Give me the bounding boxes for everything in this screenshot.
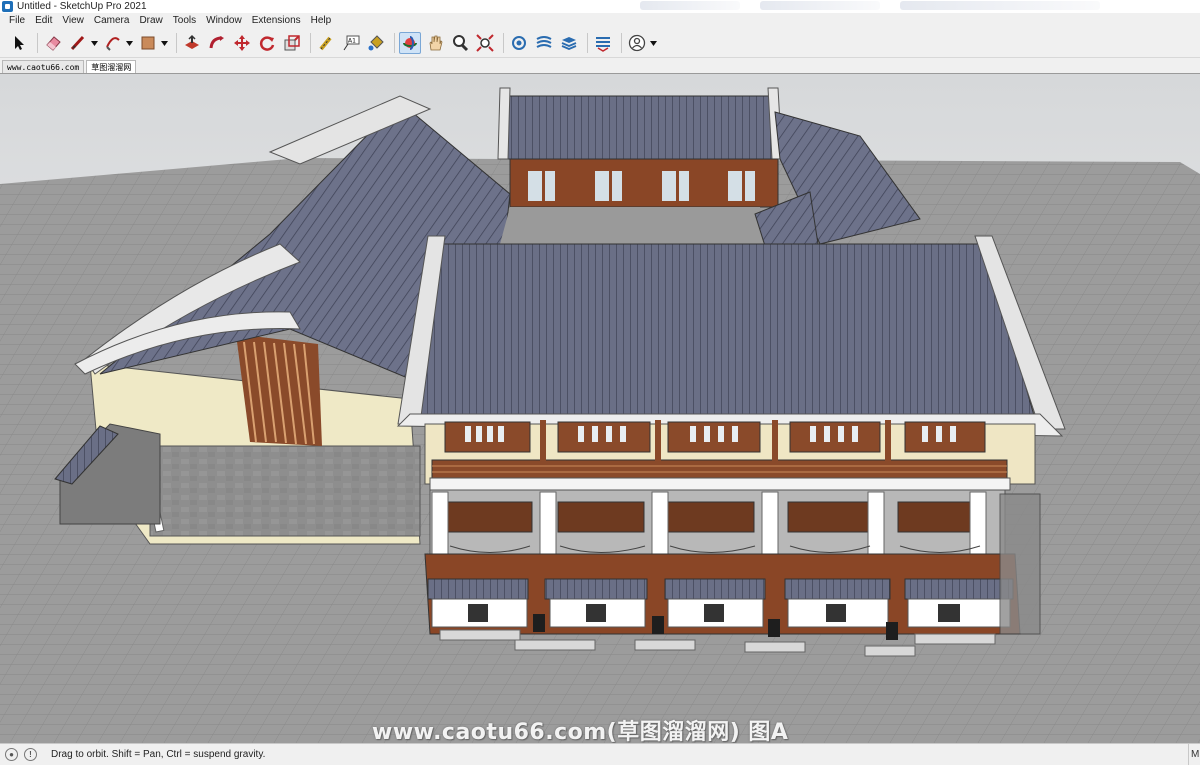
- push-pull-tool-icon: [185, 34, 199, 49]
- geo-location-icon[interactable]: ●: [5, 748, 18, 761]
- main-toolbar: A1: [0, 29, 1200, 58]
- scene-tab[interactable]: www.caotu66.com: [2, 60, 85, 73]
- account-button[interactable]: [626, 32, 648, 54]
- measurements-box[interactable]: M: [1188, 744, 1200, 765]
- chevron-down-icon: [161, 40, 168, 46]
- tape-measure-tool-icon: [319, 36, 332, 51]
- menu-help[interactable]: Help: [306, 13, 337, 29]
- scale-tool-button[interactable]: [281, 32, 303, 54]
- eraser-tool-button[interactable]: [42, 32, 64, 54]
- line-tool-dropdown[interactable]: [90, 32, 99, 54]
- scene-tab[interactable]: 草图溜溜网: [86, 60, 137, 73]
- select-tool-button[interactable]: [8, 32, 30, 54]
- arc-tool-button[interactable]: [102, 32, 124, 54]
- chevron-down-icon: [126, 40, 133, 46]
- orbit-tool-icon: [403, 36, 417, 50]
- shape-tool-icon: [141, 36, 155, 50]
- status-text: Drag to orbit. Shift = Pan, Ctrl = suspe…: [51, 749, 266, 760]
- menu-camera[interactable]: Camera: [89, 13, 135, 29]
- follow-me-tool-button[interactable]: [206, 32, 228, 54]
- extension-warehouse-button[interactable]: [533, 32, 555, 54]
- move-tool-icon: [234, 35, 250, 51]
- 3d-warehouse-icon: [512, 36, 526, 50]
- zoom-tool-button[interactable]: [449, 32, 471, 54]
- menu-extensions[interactable]: Extensions: [247, 13, 306, 29]
- arc-tool-icon: [106, 37, 120, 51]
- push-pull-tool-button[interactable]: [181, 32, 203, 54]
- line-tool-icon: [70, 35, 85, 51]
- select-tool-icon: [15, 36, 24, 50]
- sketchup-app-icon: [2, 1, 13, 12]
- menu-bar: File Edit View Camera Draw Tools Window …: [0, 13, 1200, 29]
- text-tool-button[interactable]: A1: [340, 32, 362, 54]
- layout-button[interactable]: [558, 32, 580, 54]
- courtyard-building-model: [0, 74, 1200, 743]
- extension-manager-icon: [596, 37, 610, 52]
- toolbar-separator: [176, 33, 177, 53]
- text-tool-icon: A1: [343, 35, 360, 51]
- toolbar-separator: [310, 33, 311, 53]
- tape-measure-tool-button[interactable]: [315, 32, 337, 54]
- scene-tabs: www.caotu66.com 草图溜溜网: [0, 58, 1200, 73]
- pan-tool-button[interactable]: [424, 32, 446, 54]
- info-icon[interactable]: !: [24, 748, 37, 761]
- menu-file[interactable]: File: [4, 13, 30, 29]
- text-tool-label: A1: [348, 38, 356, 45]
- window-title: Untitled - SketchUp Pro 2021: [17, 1, 147, 12]
- toolbar-separator: [587, 33, 588, 53]
- rotate-tool-icon: [259, 36, 275, 51]
- toolbar-separator: [37, 33, 38, 53]
- account-icon: [628, 34, 646, 52]
- paint-bucket-tool-button[interactable]: [365, 32, 387, 54]
- extension-warehouse-icon: [536, 36, 552, 48]
- orbit-tool-button[interactable]: [399, 32, 421, 54]
- eraser-tool-icon: [46, 36, 61, 51]
- shape-tool-dropdown[interactable]: [160, 32, 169, 54]
- account-dropdown[interactable]: [649, 32, 658, 54]
- title-bar-blur: [760, 1, 880, 10]
- menu-window[interactable]: Window: [201, 13, 247, 29]
- paint-bucket-tool-icon: [368, 35, 384, 51]
- menu-edit[interactable]: Edit: [30, 13, 57, 29]
- shape-tool-button[interactable]: [137, 32, 159, 54]
- zoom-extents-tool-button[interactable]: [474, 32, 496, 54]
- rotate-tool-button[interactable]: [256, 32, 278, 54]
- toolbar-separator: [621, 33, 622, 53]
- arc-tool-dropdown[interactable]: [125, 32, 134, 54]
- model-viewport[interactable]: www.caotu66.com(草图溜溜网) 图A: [0, 73, 1200, 743]
- watermark-text: www.caotu66.com(草图溜溜网) 图A: [372, 720, 789, 743]
- line-tool-button[interactable]: [67, 32, 89, 54]
- 3d-warehouse-button[interactable]: [508, 32, 530, 54]
- toolbar-separator: [503, 33, 504, 53]
- pan-tool-icon: [429, 35, 443, 51]
- chevron-down-icon: [650, 40, 657, 46]
- extension-manager-button[interactable]: [592, 32, 614, 54]
- menu-view[interactable]: View: [57, 13, 89, 29]
- follow-me-tool-icon: [209, 36, 224, 49]
- title-bar-blur: [900, 1, 1100, 10]
- scale-tool-icon: [284, 35, 300, 51]
- toolbar-separator: [394, 33, 395, 53]
- zoom-tool-icon: [453, 35, 469, 52]
- move-tool-button[interactable]: [231, 32, 253, 54]
- title-bar-blur: [640, 1, 740, 10]
- zoom-extents-tool-icon: [476, 34, 494, 52]
- title-bar: Untitled - SketchUp Pro 2021: [0, 0, 1200, 13]
- status-bar: ● ! Drag to orbit. Shift = Pan, Ctrl = s…: [0, 743, 1200, 765]
- menu-draw[interactable]: Draw: [134, 13, 167, 29]
- chevron-down-icon: [91, 40, 98, 46]
- menu-tools[interactable]: Tools: [168, 13, 201, 29]
- layout-icon: [561, 37, 577, 50]
